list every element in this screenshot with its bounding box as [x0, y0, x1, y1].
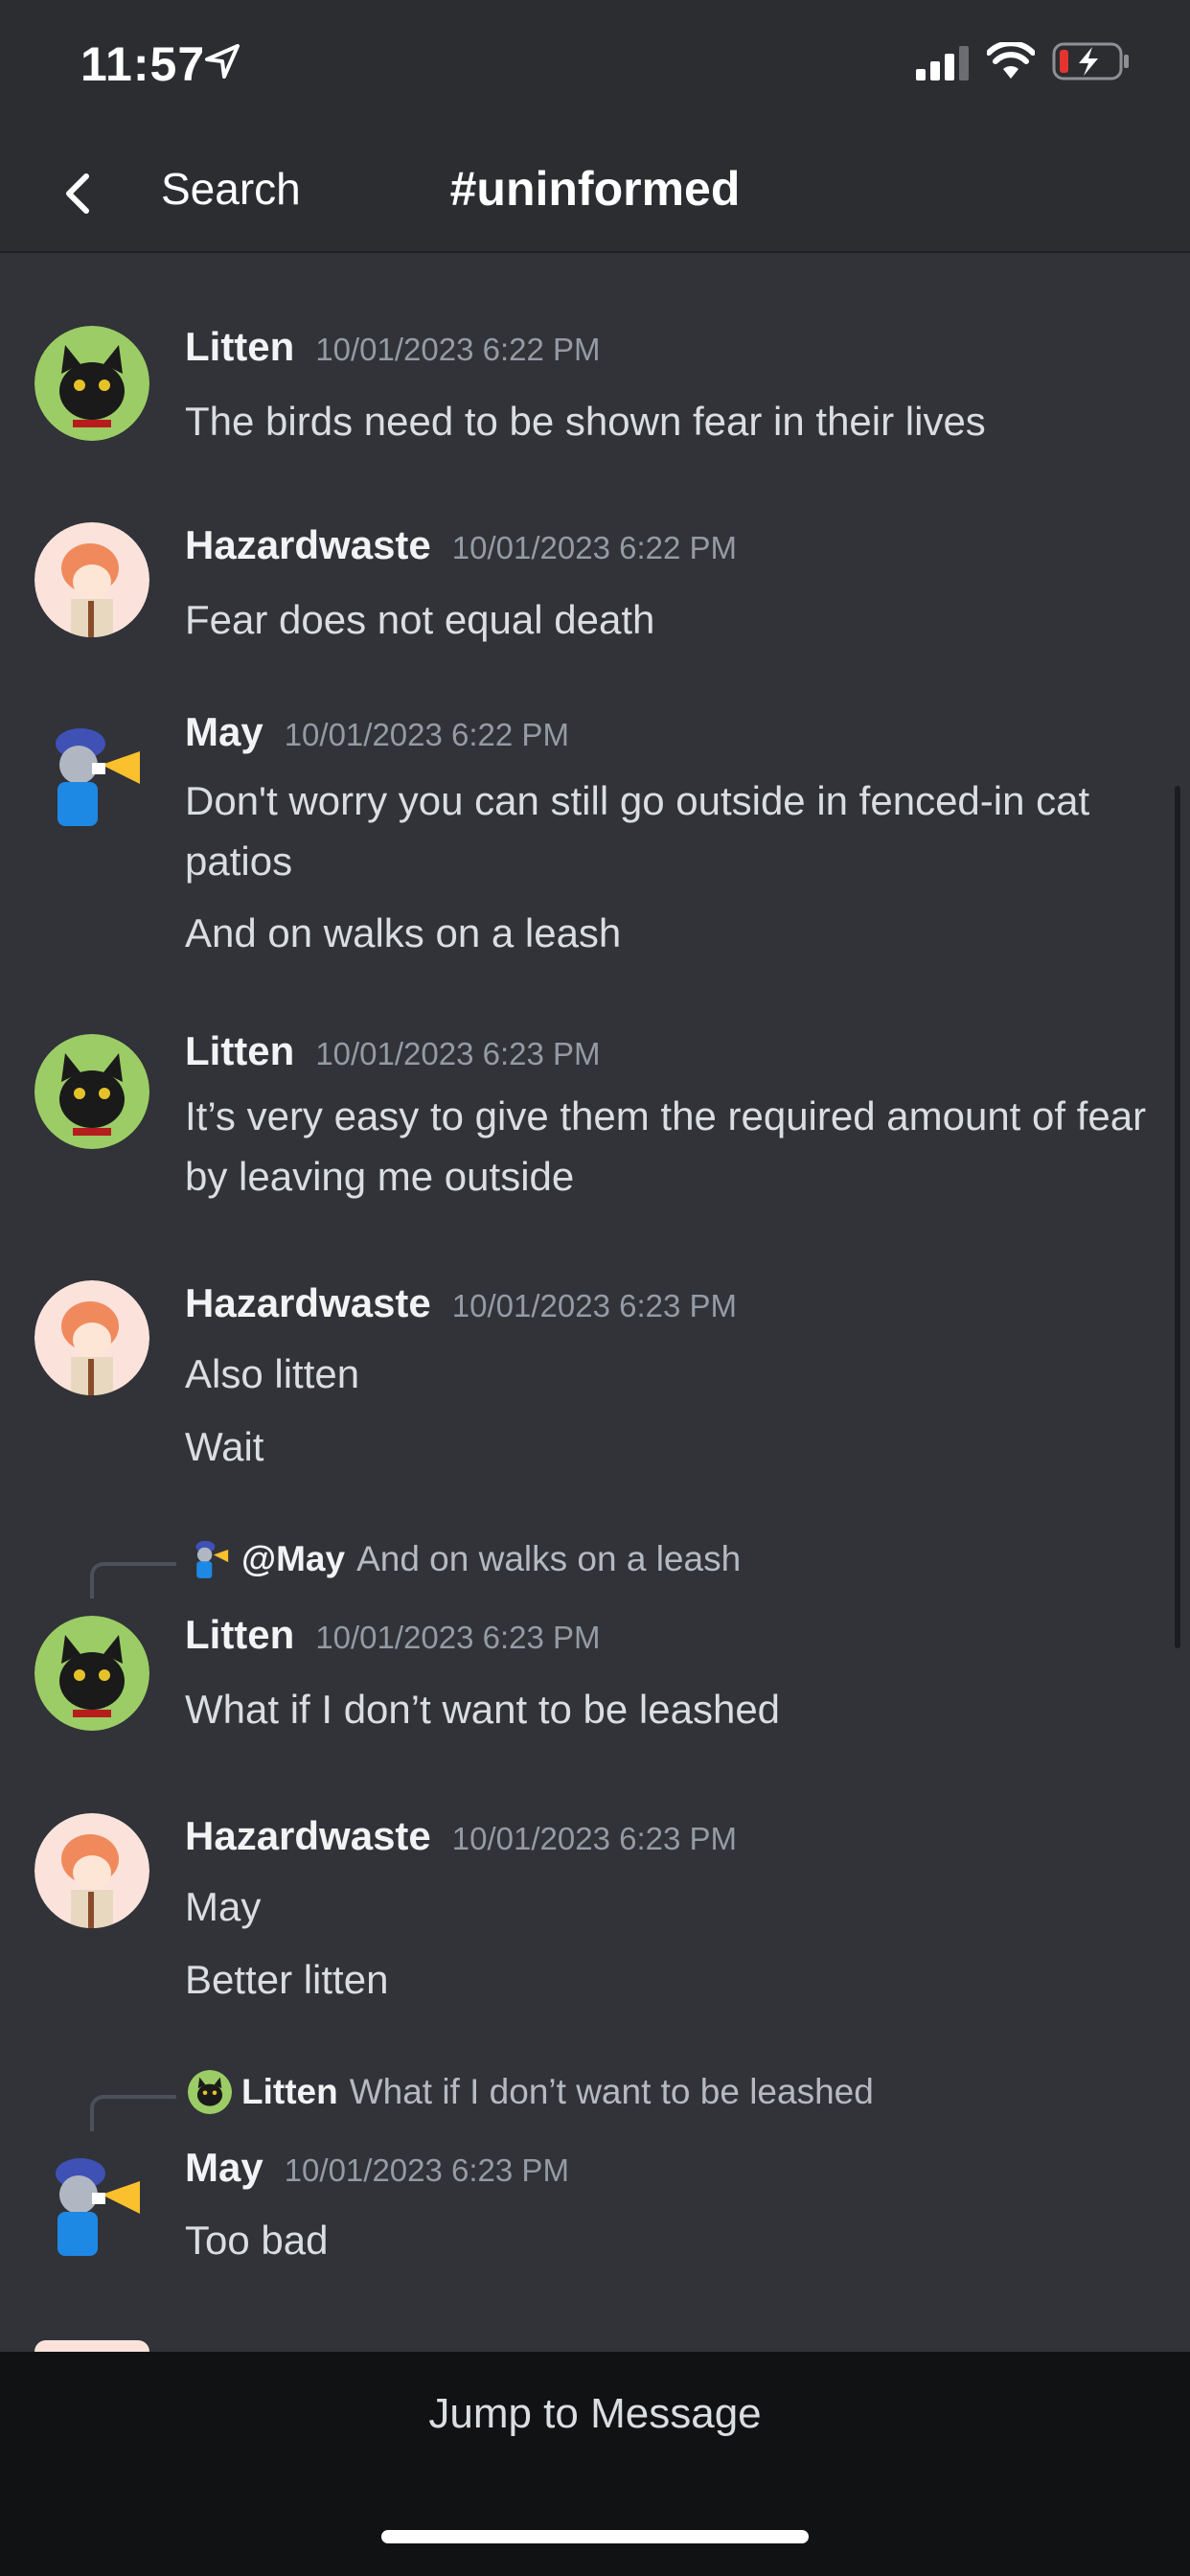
reply-connector	[90, 2095, 176, 2131]
message-text: The birds need to be shown fear in their…	[185, 399, 986, 444]
message-text: Wait	[185, 1424, 264, 1469]
wifi-icon	[987, 42, 1035, 79]
timestamp: 10/01/2023 6:22 PM	[451, 530, 738, 565]
author-name[interactable]: May	[185, 2145, 263, 2190]
avatar[interactable]	[34, 522, 149, 637]
author-name[interactable]: Litten	[185, 1028, 294, 1073]
cellular-signal-icon	[916, 46, 969, 80]
reply-text: What if I don’t want to be leashed	[349, 2072, 874, 2111]
author-name[interactable]: Litten	[185, 324, 294, 369]
avatar[interactable]	[34, 2149, 149, 2264]
reply-text: And on walks on a leash	[356, 1539, 742, 1578]
reply-author: Litten	[241, 2072, 338, 2111]
reply-author: @May	[241, 1539, 346, 1578]
author-name[interactable]: Hazardwaste	[185, 1280, 431, 1325]
avatar[interactable]	[34, 1034, 149, 1149]
home-indicator[interactable]	[381, 2530, 809, 2543]
message-text: What if I don’t want to be leashed	[185, 1687, 781, 1732]
reply-avatar	[188, 2070, 232, 2114]
message-header: Hazardwaste 10/01/2023 6:23 PM	[185, 1813, 737, 1871]
author-name[interactable]: Litten	[185, 1612, 294, 1657]
scrollbar[interactable]	[1175, 786, 1180, 1648]
avatar[interactable]	[34, 1280, 149, 1395]
channel-title: #uninformed	[449, 162, 741, 216]
reply-connector	[90, 1562, 176, 1598]
orange-hair-character-avatar-icon	[34, 1813, 149, 1928]
status-time: 11:57	[80, 37, 206, 91]
timestamp: 10/01/2023 6:23 PM	[284, 2152, 569, 2188]
message-text: Too bad	[185, 2218, 329, 2263]
black-cat-avatar-icon	[34, 1034, 149, 1149]
orange-hair-character-avatar-icon	[34, 522, 149, 637]
message-text: Also litten	[185, 1351, 360, 1396]
avatar[interactable]	[34, 1616, 149, 1731]
avatar[interactable]	[34, 326, 149, 441]
avatar[interactable]	[34, 1813, 149, 1928]
timestamp: 10/01/2023 6:23 PM	[315, 1620, 601, 1655]
black-cat-avatar-icon	[188, 2070, 232, 2114]
message-header: May 10/01/2023 6:22 PM	[185, 709, 569, 767]
message-header: May 10/01/2023 6:23 PM	[185, 2145, 569, 2202]
megaphone-character-avatar-icon	[195, 1540, 229, 1578]
reply-preview[interactable]: @May And on walks on a leash	[188, 1537, 741, 1585]
message-text: It’s very easy to give them the required…	[185, 1093, 1147, 1199]
message-header: Litten 10/01/2023 6:23 PM	[185, 1028, 601, 1086]
jump-to-message-button[interactable]: Jump to Message	[0, 2390, 1190, 2448]
author-name[interactable]: Hazardwaste	[185, 522, 431, 567]
megaphone-character-avatar-icon	[56, 728, 140, 826]
battery-icon	[1052, 42, 1129, 80]
message-text: Better litten	[185, 1957, 389, 2002]
timestamp: 10/01/2023 6:23 PM	[451, 1288, 738, 1323]
reply-avatar	[188, 1537, 232, 1581]
timestamp: 10/01/2023 6:22 PM	[284, 717, 569, 752]
black-cat-avatar-icon	[34, 326, 149, 441]
message-text: And on walks on a leash	[185, 910, 622, 955]
message-text: May	[185, 1884, 262, 1929]
timestamp: 10/01/2023 6:23 PM	[451, 1821, 738, 1856]
message-header: Litten 10/01/2023 6:23 PM	[185, 1612, 601, 1669]
orange-hair-character-avatar-icon	[34, 1280, 149, 1395]
timestamp: 10/01/2023 6:23 PM	[315, 1036, 601, 1071]
message-text: Don't worry you can still go outside in …	[185, 778, 1090, 884]
message-header: Hazardwaste 10/01/2023 6:22 PM	[185, 522, 737, 580]
author-name[interactable]: May	[185, 709, 263, 754]
status-bar: 11:57	[0, 0, 1190, 134]
timestamp: 10/01/2023 6:22 PM	[315, 332, 601, 367]
message-text: Fear does not equal death	[185, 597, 655, 642]
message-header: Litten 10/01/2023 6:22 PM	[185, 324, 601, 381]
avatar[interactable]	[34, 719, 149, 834]
channel-header: Search #uninformed	[0, 134, 1190, 253]
location-arrow-icon	[205, 44, 240, 79]
black-cat-avatar-icon	[34, 1616, 149, 1731]
avatar	[34, 2340, 149, 2352]
reply-preview[interactable]: Litten What if I don’t want to be leashed	[188, 2070, 874, 2118]
message-header: Hazardwaste 10/01/2023 6:23 PM	[185, 1280, 737, 1338]
megaphone-character-avatar-icon	[56, 2158, 140, 2256]
author-name[interactable]: Hazardwaste	[185, 1813, 431, 1858]
